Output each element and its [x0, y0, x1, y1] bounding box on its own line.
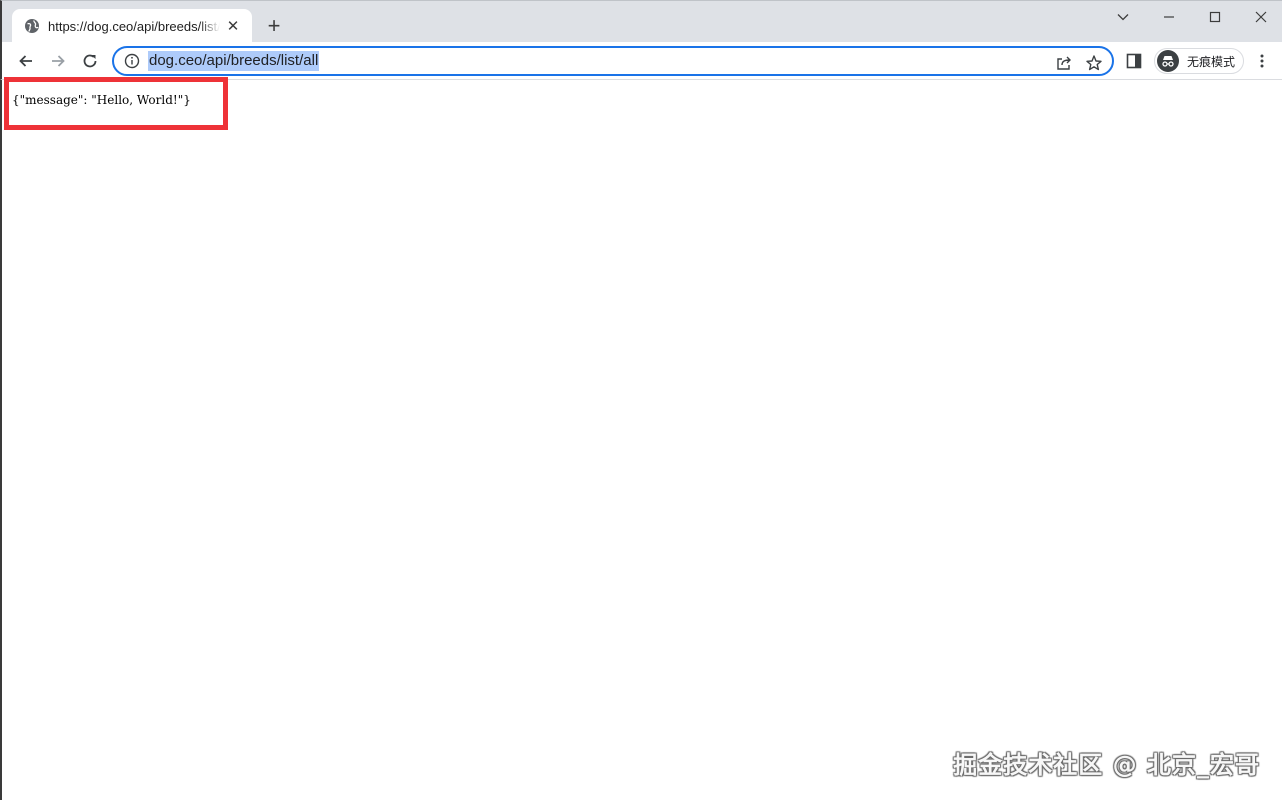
back-button[interactable]	[12, 47, 40, 75]
browser-menu-button[interactable]	[1252, 51, 1272, 71]
reload-button[interactable]	[76, 47, 104, 75]
forward-button[interactable]	[44, 47, 72, 75]
tab-search-button[interactable]	[1100, 5, 1146, 29]
reload-icon	[83, 54, 97, 68]
chevron-down-icon	[1117, 14, 1129, 21]
info-icon[interactable]	[124, 53, 140, 69]
close-window-button[interactable]	[1238, 5, 1282, 29]
plus-icon: +	[267, 13, 281, 38]
maximize-button[interactable]	[1192, 5, 1238, 29]
arrow-left-icon	[19, 55, 32, 67]
page-viewport: {"message": "Hello, World!"} 掘金技术社区 @ 北京…	[0, 77, 1282, 800]
minimize-icon	[1164, 16, 1174, 18]
new-tab-button[interactable]: +	[261, 13, 287, 39]
maximize-icon	[1209, 11, 1221, 23]
browser-toolbar: dog.ceo/api/breeds/list/all 无痕模式	[0, 42, 1282, 80]
side-panel-icon	[1126, 53, 1142, 69]
close-icon	[1255, 11, 1267, 23]
incognito-label: 无痕模式	[1187, 54, 1236, 69]
tab-strip: https://dog.ceo/api/breeds/list/all ✕ +	[0, 0, 1282, 43]
incognito-indicator[interactable]: 无痕模式	[1154, 48, 1244, 74]
kebab-menu-icon	[1260, 54, 1264, 68]
share-icon	[1057, 56, 1071, 70]
annotation-highlight-box	[4, 77, 228, 130]
watermark: 掘金技术社区 @ 北京_宏哥	[953, 751, 1260, 779]
share-button[interactable]	[1054, 53, 1074, 73]
minimize-button[interactable]	[1146, 5, 1192, 29]
address-bar[interactable]: dog.ceo/api/breeds/list/all	[112, 46, 1114, 76]
address-bar-url[interactable]: dog.ceo/api/breeds/list/all	[148, 51, 320, 71]
side-panel-button[interactable]	[1124, 51, 1144, 71]
globe-icon	[25, 19, 39, 33]
tab-title: https://dog.ceo/api/breeds/list/all	[48, 18, 220, 34]
bookmark-button[interactable]	[1084, 53, 1104, 73]
close-icon: ✕	[226, 18, 240, 35]
incognito-icon	[1157, 50, 1179, 72]
arrow-right-icon	[52, 55, 65, 67]
star-icon	[1086, 55, 1102, 71]
tab-active[interactable]: https://dog.ceo/api/breeds/list/all ✕	[12, 9, 252, 43]
tab-close-button[interactable]: ✕	[224, 17, 242, 35]
